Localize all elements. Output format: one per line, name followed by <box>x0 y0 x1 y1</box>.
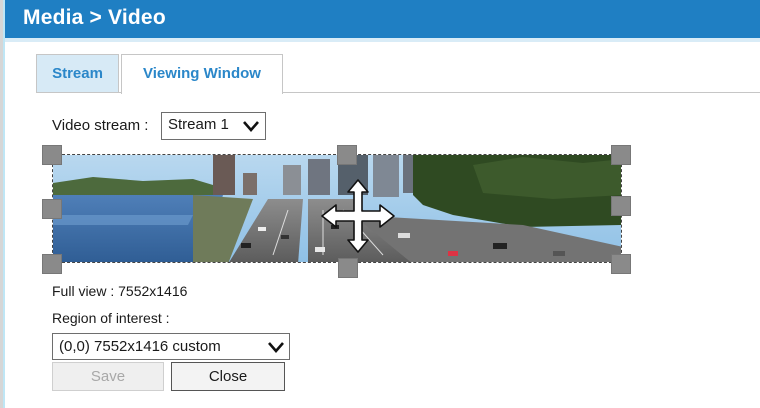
resize-handle-top[interactable] <box>337 145 357 165</box>
resize-handle-top-left[interactable] <box>42 145 62 165</box>
resize-handle-bottom-left[interactable] <box>42 254 62 274</box>
region-of-interest-label: Region of interest : <box>52 310 170 326</box>
region-of-interest-select[interactable]: (0,0) 7552x1416 custom <box>52 333 290 360</box>
resize-handle-bottom-right[interactable] <box>611 254 631 274</box>
move-arrows-icon <box>321 179 395 253</box>
chevron-down-icon <box>268 342 284 353</box>
close-button[interactable]: Close <box>171 362 285 391</box>
resize-handle-top-right[interactable] <box>611 145 631 165</box>
save-button[interactable]: Save <box>52 362 164 391</box>
tab-active-gap <box>122 92 282 94</box>
page-header: Media > Video <box>5 0 760 38</box>
resize-handle-right[interactable] <box>611 196 631 216</box>
video-stream-select[interactable]: Stream 1 <box>161 112 266 140</box>
region-of-interest-value: (0,0) 7552x1416 custom <box>59 338 221 355</box>
tab-stream[interactable]: Stream <box>36 54 119 92</box>
video-stream-value: Stream 1 <box>168 116 229 133</box>
page-title: Media > Video <box>23 6 166 29</box>
chevron-down-icon <box>243 121 259 132</box>
left-border-accent <box>3 0 5 408</box>
header-shadow <box>5 38 760 42</box>
full-view-text: Full view : 7552x1416 <box>52 283 188 299</box>
video-stream-label: Video stream : <box>52 117 149 134</box>
resize-handle-left[interactable] <box>42 199 62 219</box>
resize-handle-bottom[interactable] <box>338 258 358 278</box>
tab-viewing-window[interactable]: Viewing Window <box>121 54 283 94</box>
